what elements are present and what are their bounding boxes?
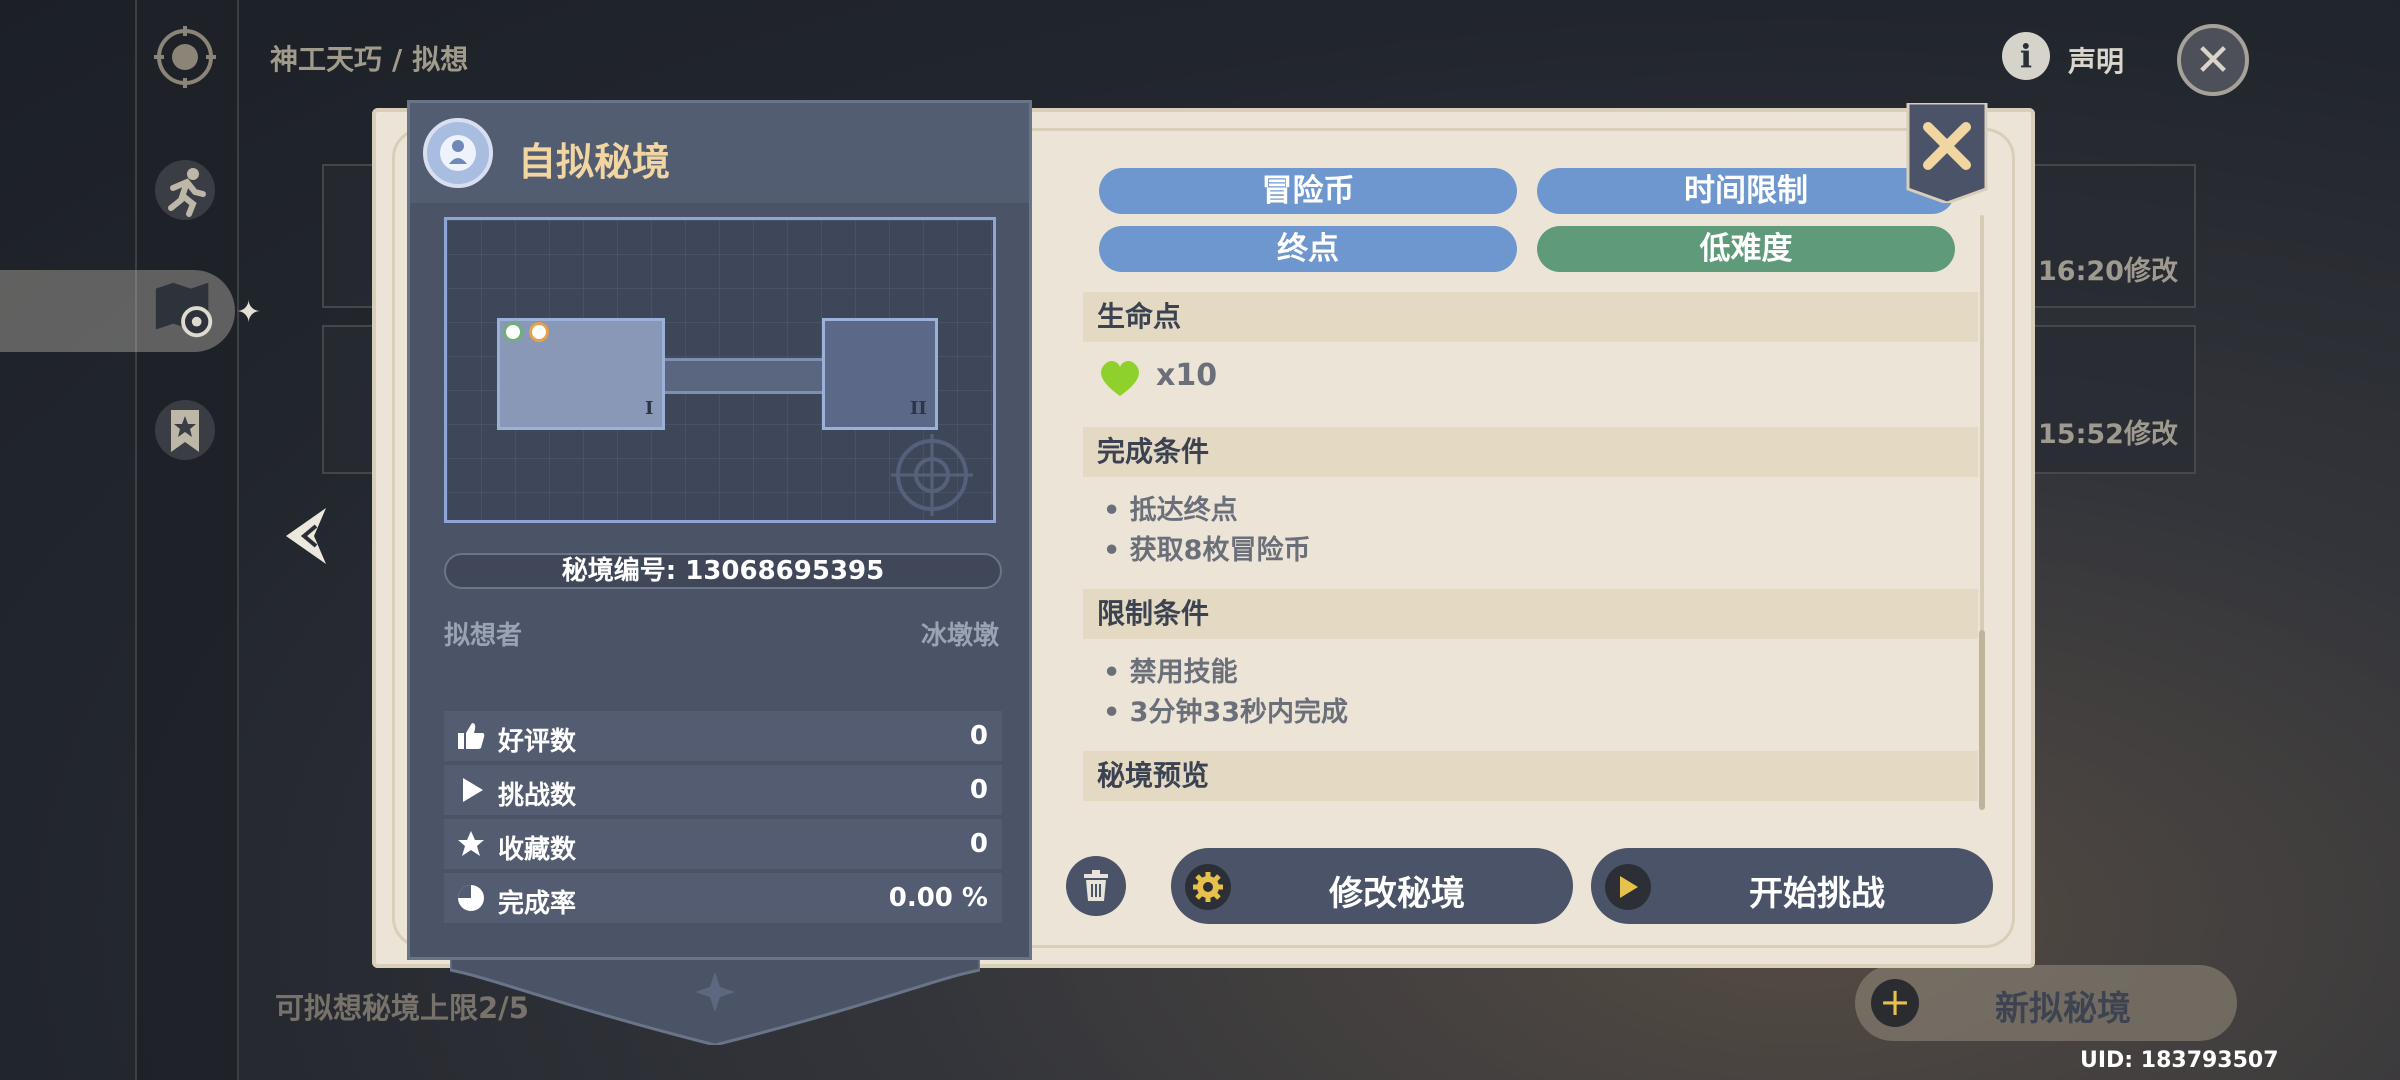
card-modified-time: 16:20修改	[2038, 256, 2178, 287]
thumbs-up-icon	[456, 721, 486, 751]
scrollbar-thumb[interactable]	[1979, 630, 1985, 810]
room-label: I	[645, 398, 654, 419]
section-completion-title: 完成条件	[1083, 427, 1978, 477]
room-label: II	[910, 398, 927, 419]
breadcrumb-separator: /	[392, 43, 403, 76]
start-challenge-button[interactable]: 开始挑战	[1591, 848, 1993, 924]
map-gear-icon[interactable]	[150, 275, 220, 345]
restriction-item: 3分钟33秒内完成	[1103, 690, 1348, 729]
section-hp-title: 生命点	[1083, 292, 1978, 342]
stat-value: 0	[969, 721, 988, 751]
new-domain-button[interactable]: + 新拟秘境	[1855, 965, 2237, 1041]
tag-time-limit: 时间限制	[1537, 168, 1955, 214]
tag-adventure-coin: 冒险币	[1099, 168, 1517, 214]
running-man-icon[interactable]	[150, 155, 220, 225]
breadcrumb-part1[interactable]: 神工天巧	[270, 43, 382, 76]
info-label[interactable]: 声明	[2068, 40, 2124, 80]
compass-rose-icon	[891, 434, 973, 516]
panel-header: 自拟秘境	[410, 103, 1029, 203]
stat-row-completion: 完成率 0.00 %	[444, 873, 1002, 923]
domain-emblem-icon	[423, 118, 493, 188]
stat-label: 完成率	[498, 889, 577, 919]
delete-button[interactable]	[1066, 856, 1126, 916]
stat-value: 0.00 %	[888, 883, 988, 913]
domain-code[interactable]: 秘境编号: 13068695395	[444, 553, 1002, 589]
stat-value: 0	[969, 775, 988, 805]
modify-domain-label: 修改秘境	[1329, 874, 1465, 914]
sparkle-icon: ✦	[236, 295, 262, 330]
plus-icon: +	[1871, 979, 1919, 1027]
trash-icon	[1084, 870, 1108, 901]
domain-map-preview[interactable]: I II	[444, 217, 996, 523]
uid-text: UID: 183793507	[2080, 1048, 2279, 1073]
completion-item: 抵达终点	[1103, 488, 1238, 527]
info-icon[interactable]: i	[2002, 32, 2050, 80]
new-domain-label: 新拟秘境	[1995, 989, 2131, 1029]
modify-domain-button[interactable]: 修改秘境	[1171, 848, 1573, 924]
stat-row-likes: 好评数 0	[444, 711, 1002, 761]
hp-value: x10	[1156, 358, 1218, 393]
back-arrow-icon[interactable]	[276, 504, 332, 583]
play-icon	[456, 775, 486, 805]
creator-label: 拟想者	[444, 621, 523, 651]
panel-bottom-banner	[450, 950, 980, 1045]
tag-low-difficulty: 低难度	[1537, 226, 1955, 272]
start-challenge-label: 开始挑战	[1749, 874, 1885, 914]
start-pin-icon	[503, 322, 523, 342]
section-preview-title: 秘境预览	[1083, 751, 1978, 801]
stat-label: 挑战数	[498, 781, 577, 811]
close-dialog-button[interactable]	[1906, 103, 1988, 203]
stat-row-favorites: 收藏数 0	[444, 819, 1002, 869]
close-page-button[interactable]: ✕	[2177, 24, 2249, 96]
star-bookmark-icon[interactable]	[150, 395, 220, 465]
stat-row-challenges: 挑战数 0	[444, 765, 1002, 815]
panel-title: 自拟秘境	[518, 140, 671, 184]
pie-chart-icon	[456, 883, 486, 913]
heart-icon	[1101, 360, 1139, 396]
card-modified-time: 15:52修改	[2038, 419, 2178, 450]
stat-value: 0	[969, 829, 988, 859]
star-icon	[456, 829, 486, 859]
stat-label: 好评数	[498, 727, 577, 757]
completion-item: 获取8枚冒险币	[1103, 528, 1311, 567]
section-restriction-title: 限制条件	[1083, 589, 1978, 639]
breadcrumb: 神工天巧 / 拟想	[270, 38, 478, 78]
restriction-item: 禁用技能	[1103, 650, 1238, 689]
creator-name: 冰墩墩	[920, 621, 999, 651]
tag-endpoint: 终点	[1099, 226, 1517, 272]
breadcrumb-part2: 拟想	[412, 43, 469, 76]
map-bridge	[665, 358, 822, 394]
close-icon: ✕	[2194, 34, 2232, 86]
domain-info-panel: 自拟秘境 I II 秘境编号: 13068695395 拟想者 冰墩墩 好评数 …	[407, 100, 1032, 960]
compass-icon[interactable]	[150, 22, 220, 92]
stat-label: 收藏数	[498, 835, 577, 865]
goal-pin-icon	[529, 322, 549, 342]
